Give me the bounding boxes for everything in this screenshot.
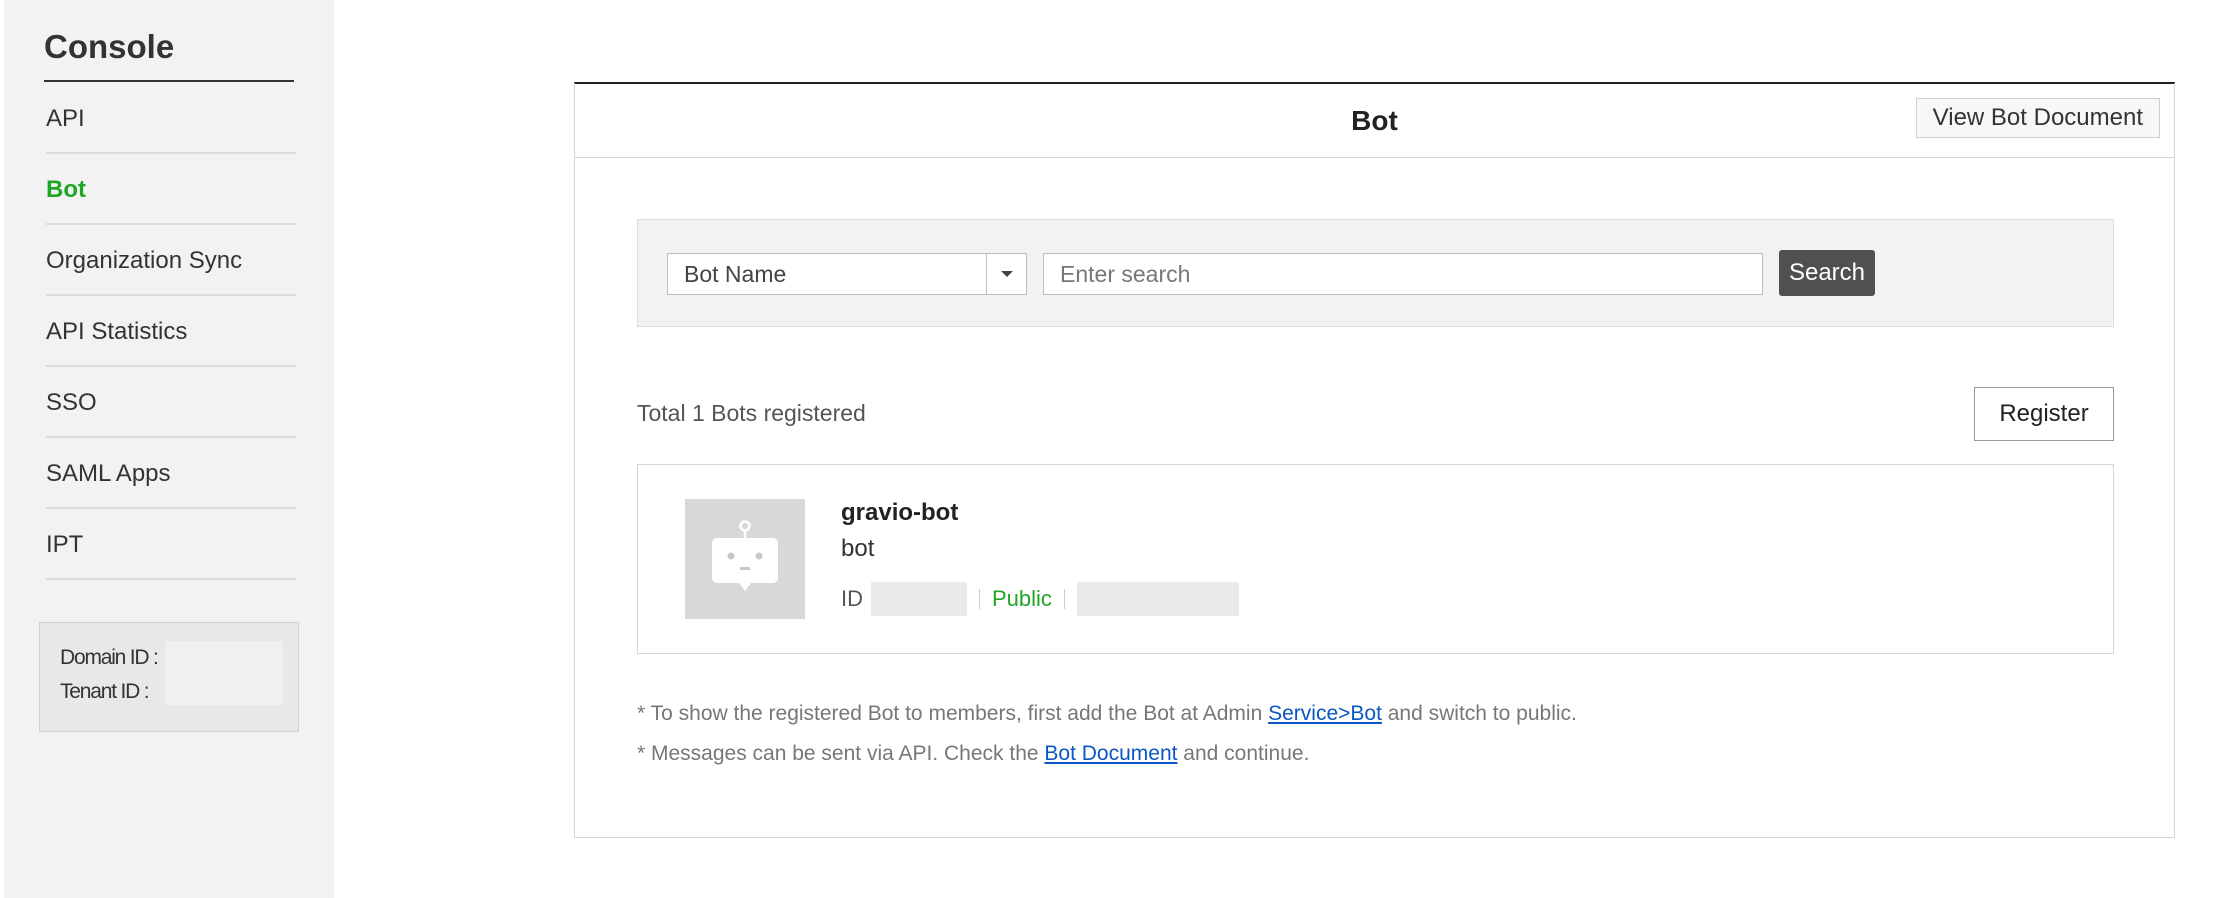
note-line-1: * To show the registered Bot to members,… bbox=[637, 694, 1577, 734]
tenant-id-value bbox=[165, 671, 283, 705]
bot-name: gravio-bot bbox=[841, 499, 959, 526]
console-title: Console bbox=[44, 28, 294, 82]
bot-card[interactable]: gravio-bot bot ID Public bbox=[637, 464, 2114, 654]
bot-panel: Bot View Bot Document Bot Name Search To… bbox=[574, 82, 2175, 838]
robot-icon bbox=[712, 520, 778, 591]
note-2-text-end: and continue. bbox=[1177, 742, 1310, 765]
search-field-select[interactable]: Bot Name bbox=[667, 253, 1027, 295]
notes: * To show the registered Bot to members,… bbox=[637, 694, 1577, 774]
sidebar-item-saml-apps[interactable]: SAML Apps bbox=[46, 438, 296, 509]
panel-header: Bot View Bot Document bbox=[575, 84, 2174, 158]
divider bbox=[1063, 589, 1065, 609]
sidebar-item-bot[interactable]: Bot bbox=[46, 154, 296, 225]
service-bot-link[interactable]: Service>Bot bbox=[1268, 702, 1382, 725]
sidebar-item-api-statistics[interactable]: API Statistics bbox=[46, 296, 296, 367]
bot-type: bot bbox=[841, 535, 875, 562]
note-2-text: * Messages can be sent via API. Check th… bbox=[637, 742, 1045, 765]
bot-id-label: ID bbox=[841, 586, 863, 611]
tenant-id-row: Tenant ID : bbox=[60, 671, 298, 709]
sidebar-item-organization-sync[interactable]: Organization Sync bbox=[46, 225, 296, 296]
note-1-text-end: and switch to public. bbox=[1381, 702, 1577, 725]
domain-id-label: Domain ID : bbox=[60, 646, 159, 669]
sidebar-item-ipt[interactable]: IPT bbox=[46, 509, 296, 580]
domain-info-box: Domain ID : Tenant ID : bbox=[39, 622, 299, 732]
total-bots-text: Total 1 Bots registered bbox=[637, 400, 866, 426]
search-area: Bot Name Search bbox=[637, 219, 2114, 327]
chevron-down-icon[interactable] bbox=[986, 254, 1026, 294]
register-button[interactable]: Register bbox=[1974, 387, 2114, 441]
search-field-select-value: Bot Name bbox=[684, 261, 787, 287]
tenant-id-label: Tenant ID : bbox=[60, 680, 150, 703]
status-badge: Public bbox=[992, 586, 1052, 611]
note-line-2: * Messages can be sent via API. Check th… bbox=[637, 734, 1577, 774]
divider bbox=[979, 589, 980, 609]
bot-meta: ID Public bbox=[841, 582, 1239, 616]
sidebar: Console API Bot Organization Sync API St… bbox=[4, 0, 334, 898]
bot-id-value bbox=[871, 582, 967, 616]
bot-document-link[interactable]: Bot Document bbox=[1044, 742, 1177, 765]
sidebar-nav: API Bot Organization Sync API Statistics… bbox=[46, 83, 296, 580]
sidebar-item-api[interactable]: API bbox=[46, 83, 296, 154]
bot-avatar bbox=[685, 499, 805, 619]
domain-id-row: Domain ID : bbox=[60, 641, 298, 675]
domain-id-value bbox=[165, 641, 283, 675]
view-bot-document-button[interactable]: View Bot Document bbox=[1915, 98, 2160, 138]
search-input[interactable] bbox=[1043, 253, 1763, 295]
search-button[interactable]: Search bbox=[1779, 250, 1875, 296]
bot-extra-value bbox=[1076, 582, 1239, 616]
sidebar-item-sso[interactable]: SSO bbox=[46, 367, 296, 438]
note-1-text: * To show the registered Bot to members,… bbox=[637, 702, 1269, 725]
